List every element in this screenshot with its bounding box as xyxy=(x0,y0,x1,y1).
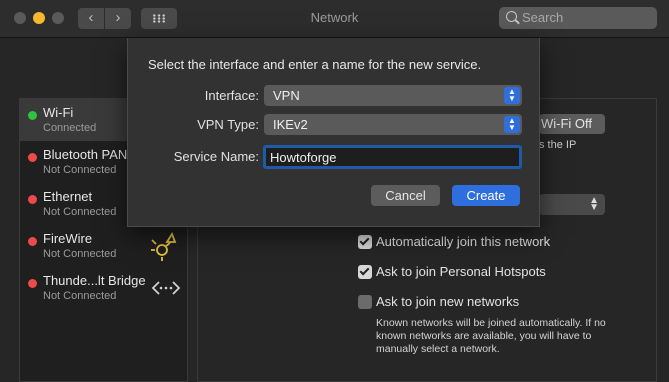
status-dot xyxy=(28,237,37,246)
service-status: Not Connected xyxy=(43,290,117,302)
service-status: Connected xyxy=(43,122,97,134)
service-name-value: Howtoforge xyxy=(270,150,337,165)
status-dot xyxy=(28,111,37,120)
known-networks-note: Known networks will be joined automatica… xyxy=(376,317,606,355)
checkbox-label: Ask to join Personal Hotspots xyxy=(376,264,546,279)
vpn-type-label: VPN Type: xyxy=(197,117,259,132)
service-status: Not Connected xyxy=(43,164,117,176)
firewire-icon xyxy=(151,231,177,261)
service-name: Thunde...lt Bridge xyxy=(43,273,146,288)
cancel-button[interactable]: Cancel xyxy=(371,185,440,206)
thunderbolt-bridge-icon xyxy=(151,281,181,295)
service-name: Wi-Fi xyxy=(43,105,74,120)
network-name-popup[interactable]: ▲ ▼ xyxy=(539,194,605,215)
interface-value: VPN xyxy=(273,88,300,103)
sheet-title: Select the interface and enter a name fo… xyxy=(148,57,482,72)
create-button[interactable]: Create xyxy=(452,185,520,206)
new-service-sheet: Select the interface and enter a name fo… xyxy=(127,38,540,227)
checkbox-label: Ask to join new networks xyxy=(376,294,520,309)
network-preferences-window: ‹ › Network Search Wi-Fi Connected Bluet… xyxy=(0,0,669,382)
interface-label: Interface: xyxy=(204,88,259,103)
checkbox[interactable] xyxy=(358,235,372,249)
service-status: Not Connected xyxy=(43,206,117,218)
service-name: Ethernet xyxy=(43,189,93,204)
chevron-up-down-icon: ▲ ▼ xyxy=(504,87,520,104)
vpn-type-value: IKEv2 xyxy=(273,117,308,132)
turn-wifi-off-button[interactable]: Wi-Fi Off xyxy=(539,114,605,134)
checkbox[interactable] xyxy=(358,265,372,279)
service-status: Not Connected xyxy=(43,248,117,260)
title-bar: ‹ › Network Search xyxy=(0,0,669,38)
status-dot xyxy=(28,195,37,204)
service-item-firewire[interactable]: FireWire Not Connected xyxy=(20,225,189,267)
checkmark-icon xyxy=(359,235,370,246)
status-dot xyxy=(28,153,37,162)
checkmark-icon xyxy=(359,265,370,276)
service-name-field[interactable]: Howtoforge xyxy=(263,145,522,169)
ip-address-text: s the IP xyxy=(539,139,577,151)
status-dot xyxy=(28,279,37,288)
vpn-type-popup[interactable]: IKEv2 ▲ ▼ xyxy=(264,114,522,135)
checkbox[interactable] xyxy=(358,295,372,309)
interface-popup[interactable]: VPN ▲ ▼ xyxy=(264,85,522,106)
service-name: FireWire xyxy=(43,231,93,246)
service-item-thunderbolt-bridge[interactable]: Thunde...lt Bridge Not Connected xyxy=(20,267,189,309)
search-placeholder: Search xyxy=(522,10,564,25)
chevron-up-down-icon: ▲ ▼ xyxy=(589,195,599,213)
chevron-up-down-icon: ▲ ▼ xyxy=(504,116,520,133)
search-field[interactable]: Search xyxy=(499,7,657,29)
service-name: Bluetooth PAN xyxy=(43,147,128,162)
checkbox-label: Automatically join this network xyxy=(376,234,551,249)
search-icon xyxy=(506,11,517,22)
service-name-label: Service Name: xyxy=(173,149,259,164)
